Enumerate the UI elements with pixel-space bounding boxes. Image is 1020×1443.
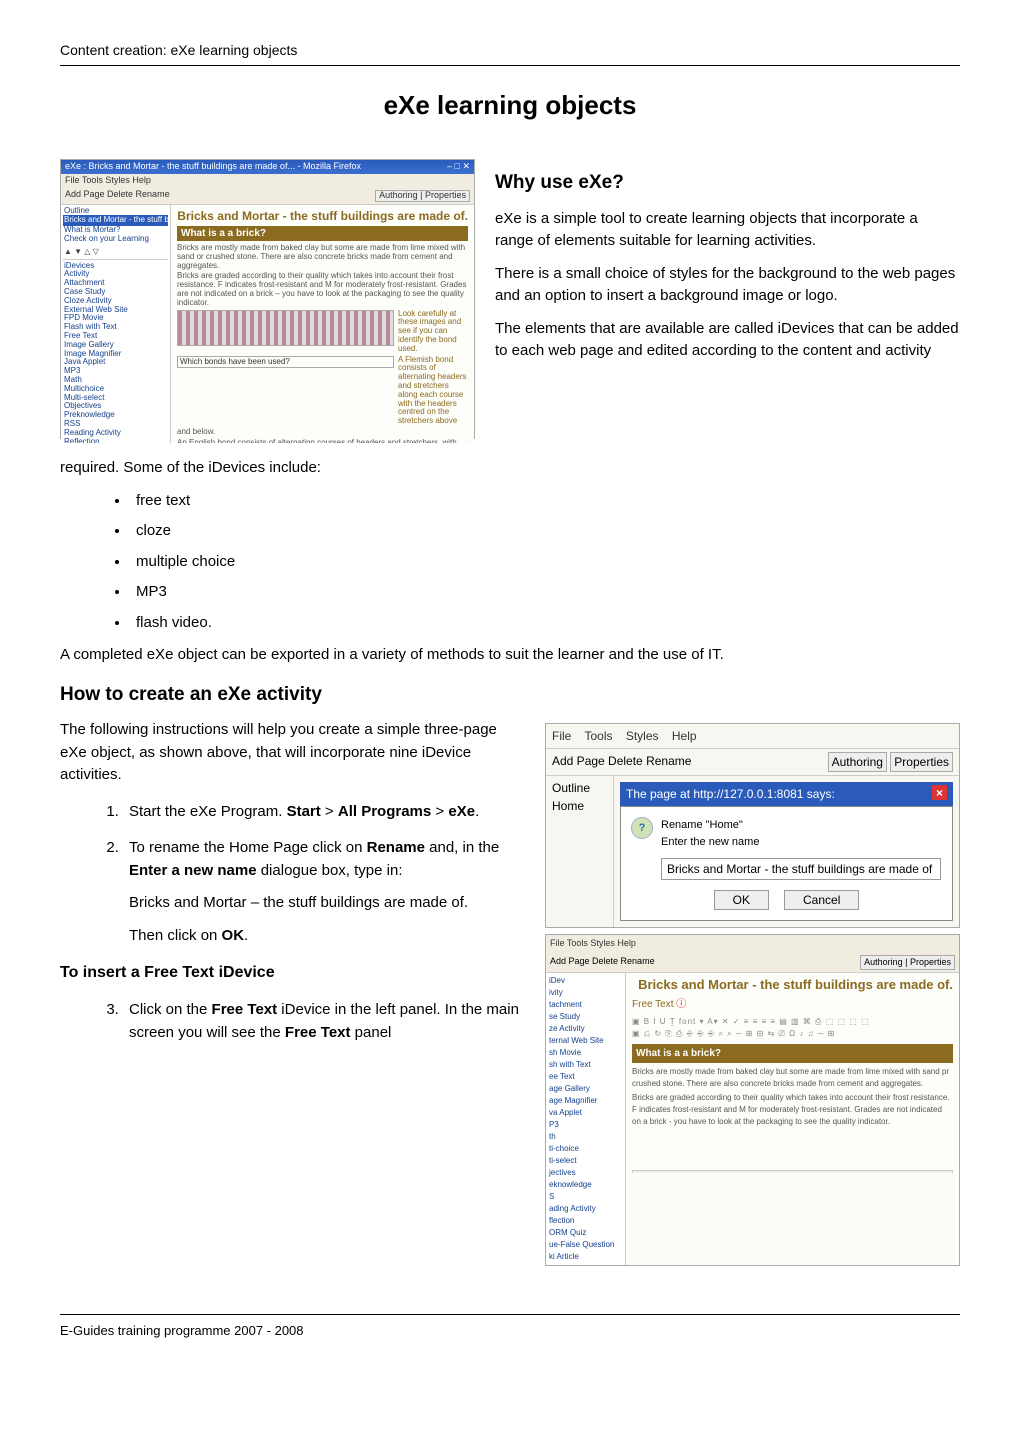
- window-controls: – □ ✕: [447, 162, 470, 172]
- window-title: eXe : Bricks and Mortar - the stuff buil…: [65, 162, 361, 172]
- question-icon: ?: [631, 817, 653, 839]
- menubar: File Tools Styles Help: [61, 174, 474, 188]
- toolbar-actions: Add Page Delete Rename: [552, 752, 691, 772]
- screenshot-rename-and-editor: File Tools Styles Help Add Page Delete R…: [545, 723, 960, 1266]
- list-item: free text: [130, 490, 960, 513]
- dialog-text: Enter the new name: [661, 834, 759, 851]
- list-item: cloze: [130, 520, 960, 543]
- paragraph: required. Some of the iDevices include:: [60, 457, 960, 480]
- outline-panel: Outline Bricks and Mortar - the stuff bu…: [61, 205, 171, 443]
- close-icon[interactable]: ×: [932, 785, 947, 800]
- page-title: eXe learning objects: [60, 86, 960, 125]
- screenshot-freetext-editor: File Tools Styles Help Add Page Delete R…: [545, 934, 960, 1266]
- screenshot-rename-dialog: File Tools Styles Help Add Page Delete R…: [545, 723, 960, 928]
- list-item: multiple choice: [130, 551, 960, 574]
- ok-button[interactable]: OK: [714, 890, 769, 910]
- tab-authoring: Authoring: [828, 752, 887, 772]
- idevice-list: free text cloze multiple choice MP3 flas…: [130, 490, 960, 635]
- tabs: Authoring | Properties: [375, 190, 470, 202]
- toolbar-actions: Add Page Delete Rename: [65, 190, 170, 202]
- tab-properties: Properties: [890, 752, 953, 772]
- outline-panel: Outline Home: [546, 776, 614, 927]
- dialog-titlebar: The page at http://127.0.0.1:8081 says: …: [620, 782, 953, 806]
- menubar: File Tools Styles Help: [546, 724, 959, 748]
- list-item: flash video.: [130, 612, 960, 635]
- list-item: MP3: [130, 581, 960, 604]
- rename-input[interactable]: [661, 858, 941, 880]
- paragraph: A completed eXe object can be exported i…: [60, 644, 960, 667]
- page-header: Content creation: eXe learning objects: [60, 40, 960, 66]
- section-howto: How to create an eXe activity: [60, 681, 960, 710]
- page-footer: E-Guides training programme 2007 - 2008: [60, 1314, 960, 1341]
- cancel-button[interactable]: Cancel: [784, 890, 859, 910]
- dialog-text: Rename "Home": [661, 817, 759, 834]
- content-panel: Bricks and Mortar - the stuff buildings …: [171, 205, 474, 443]
- screenshot-exe-main: eXe : Bricks and Mortar - the stuff buil…: [60, 159, 475, 439]
